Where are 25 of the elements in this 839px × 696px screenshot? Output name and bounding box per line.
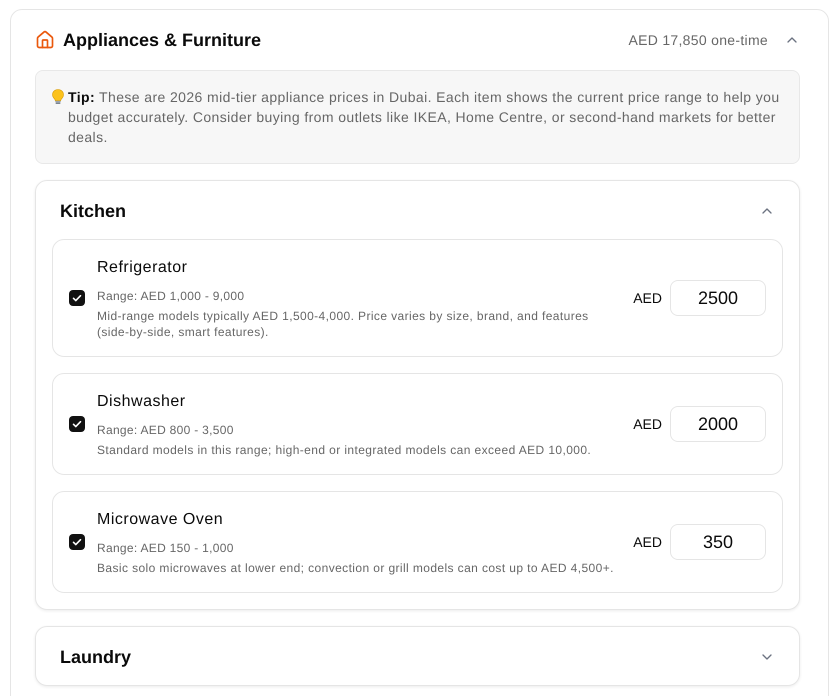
price-input[interactable]: 2000 [670, 406, 766, 442]
item-name: Dishwasher [97, 392, 187, 412]
currency-label: AED [633, 289, 662, 308]
checkbox[interactable] [69, 534, 85, 550]
price-range: Range: AED 150 - 1,000 [97, 540, 235, 556]
category-title[interactable]: Kitchen [60, 197, 126, 225]
item-name: Refrigerator [97, 258, 188, 278]
item-name: Microwave Oven [97, 510, 224, 530]
tip-text: Tip: These are 2026 mid-tier appliance prices in Dubai. Each item shows the current price range to help you budget accurately. Consider buying from outlets like IKEA, Home Centre, or second-hand markets for better deals. [68, 88, 781, 147]
currency-label: AED [633, 533, 662, 552]
checkbox[interactable] [69, 416, 85, 432]
price-input[interactable]: 2500 [670, 280, 766, 316]
price-range: Range: AED 1,000 - 9,000 [97, 288, 246, 304]
category-title[interactable]: Laundry [60, 643, 132, 671]
lightbulb-icon [52, 89, 64, 105]
price-input[interactable]: 350 [670, 524, 766, 560]
item-description: Basic solo microwaves at lower end; convection or grill models can cost up to AED 4,500+. [97, 560, 615, 576]
item-description: Mid-range models typically AED 1,500-4,000. Price varies by size, brand, and features (side-by-side, smart features). [97, 308, 590, 340]
house-icon [35, 30, 55, 50]
section-title[interactable]: Appliances & Furniture [63, 26, 262, 54]
item-description: Standard models in this range; high-end or integrated models can exceed AED 10,000. [97, 442, 592, 458]
currency-label: AED [633, 415, 662, 434]
section-total: AED 17,850 one-time [628, 31, 768, 50]
checkbox[interactable] [69, 290, 85, 306]
price-range: Range: AED 800 - 3,500 [97, 422, 235, 438]
